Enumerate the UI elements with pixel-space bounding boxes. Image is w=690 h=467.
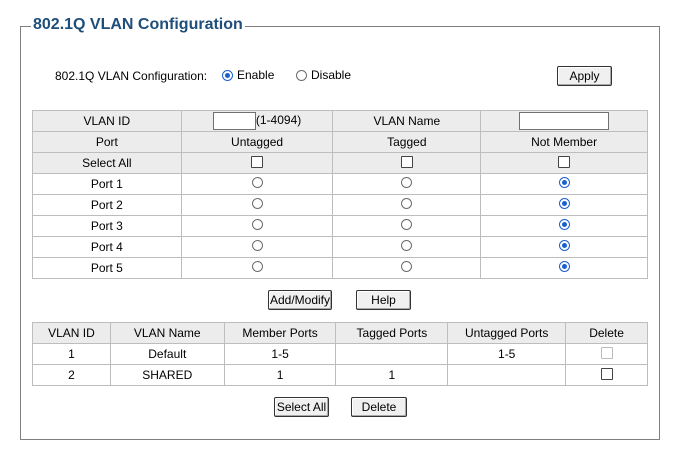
untagged-ports-cell: [447, 364, 567, 386]
member-ports-cell: 1-5: [223, 343, 337, 365]
table-row: 2 SHARED 1 1: [32, 364, 648, 386]
page-title: 802.1Q VLAN Configuration: [31, 16, 245, 34]
port-label: Port 1: [32, 173, 182, 195]
port-label: Port 3: [32, 215, 182, 237]
port-5-untagged-radio[interactable]: [251, 261, 263, 272]
not-member-header: Not Member: [480, 131, 648, 153]
apply-button[interactable]: Apply: [557, 66, 612, 86]
select-all-label: Select All: [32, 152, 182, 174]
port-1-tagged-radio[interactable]: [401, 177, 413, 188]
port-header: Port: [32, 131, 182, 153]
port-row: Port 4: [32, 236, 648, 258]
select-all-row: Select All: [32, 152, 648, 174]
vlan-name-column-header: VLAN Name: [109, 322, 225, 344]
port-3-untagged-radio[interactable]: [251, 219, 263, 230]
port-header-row: Port Untagged Tagged Not Member: [32, 131, 648, 153]
port-2-untagged-radio[interactable]: [251, 198, 263, 209]
vlan-id-label: VLAN ID: [32, 110, 182, 132]
delete-column-header: Delete: [565, 322, 648, 344]
disable-option[interactable]: Disable: [296, 68, 351, 82]
port-row: Port 5: [32, 257, 648, 279]
select-all-not-member-checkbox[interactable]: [558, 155, 571, 168]
disable-radio[interactable]: [296, 69, 307, 81]
help-button[interactable]: Help: [356, 290, 411, 310]
port-row: Port 2: [32, 194, 648, 216]
enable-radio[interactable]: [222, 69, 233, 81]
tagged-header: Tagged: [332, 131, 482, 153]
port-3-not-member-radio[interactable]: [558, 219, 570, 230]
port-2-tagged-radio[interactable]: [401, 198, 413, 209]
member-ports-column-header: Member Ports: [223, 322, 337, 344]
port-label: Port 2: [32, 194, 182, 216]
vlan-id-column-header: VLAN ID: [32, 322, 111, 344]
enable-option[interactable]: Enable: [222, 68, 274, 82]
add-modify-button[interactable]: Add/Modify: [268, 290, 332, 310]
select-all-button[interactable]: Select All: [274, 397, 329, 417]
disable-label: Disable: [311, 68, 352, 82]
port-4-untagged-radio[interactable]: [251, 240, 263, 251]
table-row: 1 Default 1-5 1-5: [32, 343, 648, 365]
vlan-id-input[interactable]: [212, 112, 256, 130]
port-label: Port 5: [32, 257, 182, 279]
vlan-id-row: VLAN ID (1-4094) VLAN Name: [32, 110, 648, 132]
port-5-tagged-radio[interactable]: [401, 261, 413, 272]
untagged-header: Untagged: [180, 131, 334, 153]
vlan-list-table: VLAN ID VLAN Name Member Ports Tagged Po…: [32, 322, 648, 386]
port-2-not-member-radio[interactable]: [558, 198, 570, 209]
port-label: Port 4: [32, 236, 182, 258]
port-row: Port 3: [32, 215, 648, 237]
vlan-id-range: (1-4094): [255, 113, 302, 128]
vlan-config-label: 802.1Q VLAN Configuration:: [55, 69, 208, 83]
vlan-name-input[interactable]: [519, 112, 610, 130]
port-3-tagged-radio[interactable]: [401, 219, 413, 230]
port-4-not-member-radio[interactable]: [558, 240, 570, 251]
tagged-ports-cell: [335, 343, 449, 365]
tagged-ports-column-header: Tagged Ports: [335, 322, 449, 344]
vlan-name-cell: [480, 110, 648, 132]
delete-vlan-2-checkbox[interactable]: [600, 367, 613, 380]
untagged-ports-column-header: Untagged Ports: [447, 322, 567, 344]
vlan-name-cell: SHARED: [109, 364, 225, 386]
vlan-form-table: VLAN ID (1-4094) VLAN Name Port Untagged…: [32, 110, 648, 279]
enable-label: Enable: [237, 68, 275, 82]
vlan-name-label: VLAN Name: [332, 110, 482, 132]
port-1-untagged-radio[interactable]: [251, 177, 263, 188]
port-row: Port 1: [32, 173, 648, 195]
tagged-ports-cell: 1: [335, 364, 449, 386]
delete-vlan-1-checkbox: [600, 346, 613, 359]
port-4-tagged-radio[interactable]: [401, 240, 413, 251]
port-1-not-member-radio[interactable]: [558, 177, 570, 188]
untagged-ports-cell: 1-5: [447, 343, 567, 365]
port-5-not-member-radio[interactable]: [558, 261, 570, 272]
vlan-list-header-row: VLAN ID VLAN Name Member Ports Tagged Po…: [32, 322, 648, 344]
delete-button[interactable]: Delete: [351, 397, 407, 417]
vlan-id-cell: (1-4094): [180, 110, 334, 132]
vlan-name-cell: Default: [109, 343, 225, 365]
select-all-tagged-checkbox[interactable]: [400, 155, 413, 168]
vlan-id-cell: 2: [32, 364, 111, 386]
select-all-untagged-checkbox[interactable]: [251, 155, 264, 168]
member-ports-cell: 1: [223, 364, 337, 386]
vlan-id-cell: 1: [32, 343, 111, 365]
